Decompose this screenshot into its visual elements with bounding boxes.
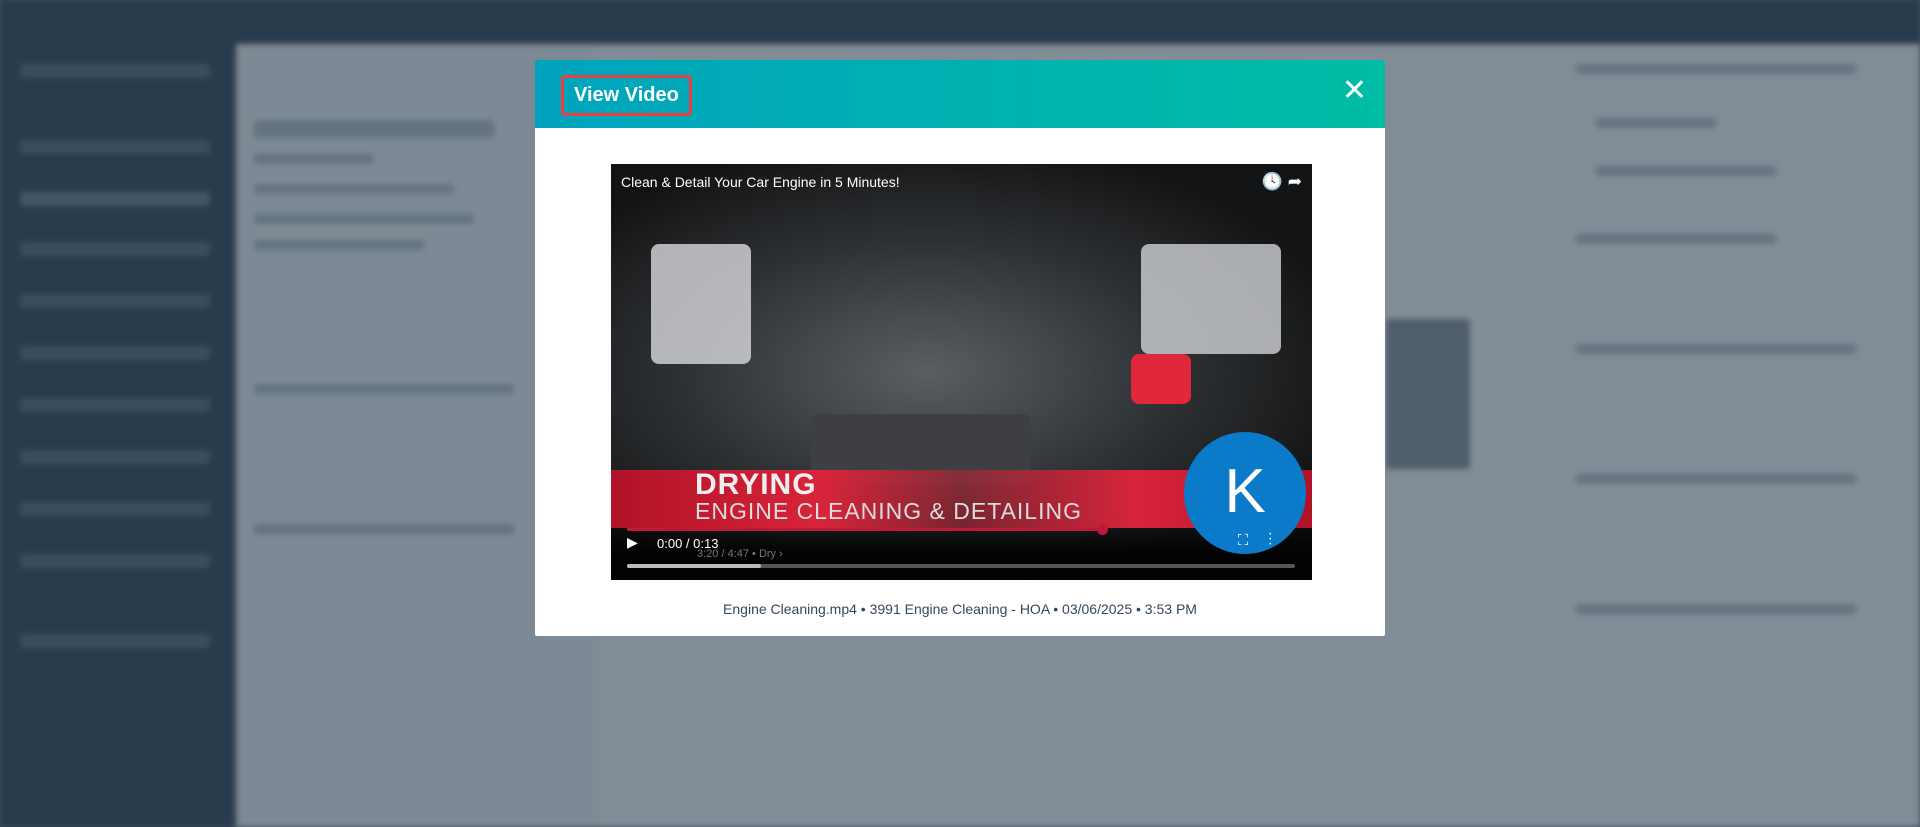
battery-cover	[1131, 354, 1191, 404]
watch-later-share-icons[interactable]: 🕓 ➦	[1262, 172, 1302, 192]
engine-part	[651, 244, 751, 364]
ghost-chapter: 3:20 / 4:47 • Dry ›	[697, 548, 783, 560]
view-video-modal: View Video ✕ Clean & Detail Your Car Eng…	[535, 60, 1385, 636]
scrubber-handle[interactable]	[1097, 524, 1108, 535]
seek-track-fill	[627, 564, 761, 568]
video-player[interactable]: Clean & Detail Your Car Engine in 5 Minu…	[611, 164, 1312, 580]
seek-track[interactable]	[627, 564, 1295, 568]
banner-heading: DRYING	[695, 468, 817, 501]
fullscreen-more-icons[interactable]: ⛶⋮	[1238, 532, 1292, 549]
video-caption: Engine Cleaning.mp4 • 3991 Engine Cleani…	[723, 601, 1197, 617]
close-icon[interactable]: ✕	[1342, 76, 1367, 106]
video-title[interactable]: Clean & Detail Your Car Engine in 5 Minu…	[621, 174, 900, 190]
engine-part	[1141, 244, 1281, 354]
play-icon[interactable]: ▶	[627, 534, 638, 551]
progress-bar[interactable]	[627, 528, 1103, 531]
banner-subheading: ENGINE CLEANING & DETAILING	[695, 498, 1082, 524]
modal-header: View Video ✕	[535, 60, 1385, 128]
modal-title: View Video	[561, 75, 692, 116]
